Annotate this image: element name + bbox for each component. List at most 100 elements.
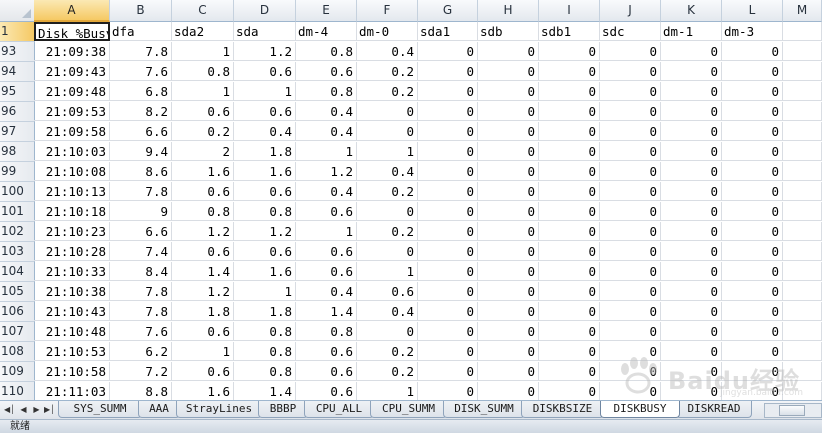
data-cell[interactable]: 0.6 bbox=[296, 342, 357, 361]
data-cell[interactable]: 0 bbox=[600, 142, 661, 161]
row-header[interactable]: 101 bbox=[0, 202, 35, 222]
data-cell[interactable]: 0.4 bbox=[296, 282, 357, 301]
data-cell[interactable]: 0 bbox=[722, 102, 783, 121]
data-cell[interactable]: 0 bbox=[357, 322, 418, 341]
data-cell[interactable] bbox=[783, 142, 822, 161]
data-cell[interactable]: 0 bbox=[600, 382, 661, 400]
data-cell[interactable]: 0 bbox=[539, 182, 600, 201]
data-cell[interactable]: 0 bbox=[418, 242, 478, 261]
data-cell[interactable]: 0 bbox=[661, 242, 722, 261]
data-cell[interactable]: 0 bbox=[418, 322, 478, 341]
row-header[interactable]: 100 bbox=[0, 182, 35, 202]
data-cell[interactable]: 0 bbox=[418, 302, 478, 321]
sheet-tab-bbbp[interactable]: BBBP bbox=[258, 401, 308, 418]
data-cell[interactable]: 7.8 bbox=[110, 302, 172, 321]
data-cell[interactable]: 0 bbox=[722, 82, 783, 101]
data-cell[interactable]: 0.6 bbox=[296, 262, 357, 281]
last-sheet-icon[interactable]: ▶│ bbox=[44, 403, 55, 416]
data-cell[interactable]: 1 bbox=[172, 42, 234, 61]
data-cell[interactable] bbox=[783, 282, 822, 301]
data-cell[interactable]: 0 bbox=[418, 202, 478, 221]
row-header[interactable]: 108 bbox=[0, 342, 35, 362]
data-cell[interactable]: 0.6 bbox=[172, 362, 234, 381]
sheet-tab-sys-summ[interactable]: SYS_SUMM bbox=[58, 401, 142, 418]
column-header-j[interactable]: J bbox=[600, 0, 661, 22]
data-cell[interactable]: 0 bbox=[539, 42, 600, 61]
data-cell[interactable]: 0 bbox=[418, 62, 478, 81]
data-cell[interactable]: 0 bbox=[418, 82, 478, 101]
data-cell[interactable] bbox=[783, 262, 822, 281]
next-sheet-icon[interactable]: ▶ bbox=[31, 403, 42, 416]
data-cell[interactable]: 0 bbox=[478, 202, 539, 221]
data-cell[interactable]: 1 bbox=[234, 282, 296, 301]
data-cell[interactable]: 0.2 bbox=[357, 222, 418, 241]
data-cell[interactable]: 0.6 bbox=[234, 102, 296, 121]
data-cell[interactable]: 0 bbox=[539, 82, 600, 101]
data-cell[interactable]: 0 bbox=[539, 202, 600, 221]
column-header-m[interactable]: M bbox=[783, 0, 822, 22]
data-cell[interactable]: 0 bbox=[661, 282, 722, 301]
data-cell[interactable]: 1 bbox=[357, 262, 418, 281]
data-cell[interactable]: 0 bbox=[722, 122, 783, 141]
header-cell[interactable]: sdb bbox=[478, 22, 539, 41]
data-cell[interactable]: 8.6 bbox=[110, 162, 172, 181]
data-cell[interactable]: 0 bbox=[418, 142, 478, 161]
row-header[interactable]: 99 bbox=[0, 162, 35, 182]
column-header-k[interactable]: K bbox=[661, 0, 722, 22]
sheet-tab-cpu-summ[interactable]: CPU_SUMM bbox=[370, 401, 447, 418]
data-cell[interactable] bbox=[783, 382, 822, 400]
data-cell[interactable]: 0.8 bbox=[172, 202, 234, 221]
data-cell[interactable]: 0.6 bbox=[296, 382, 357, 400]
data-cell[interactable]: 0 bbox=[661, 322, 722, 341]
row-header[interactable]: 110 bbox=[0, 382, 35, 400]
sheet-tab-diskbusy[interactable]: DISKBUSY bbox=[600, 401, 680, 418]
data-cell[interactable]: 0 bbox=[722, 162, 783, 181]
data-cell[interactable]: 0 bbox=[539, 102, 600, 121]
row-header[interactable]: 109 bbox=[0, 362, 35, 382]
data-cell[interactable]: 0.4 bbox=[296, 122, 357, 141]
sheet-tab-diskread[interactable]: DISKREAD bbox=[676, 401, 752, 418]
data-cell[interactable] bbox=[783, 82, 822, 101]
data-cell[interactable] bbox=[783, 342, 822, 361]
data-cell[interactable]: 0 bbox=[661, 162, 722, 181]
data-cell[interactable]: 0.4 bbox=[357, 162, 418, 181]
data-cell[interactable]: 0 bbox=[539, 282, 600, 301]
data-cell[interactable]: 0 bbox=[418, 382, 478, 400]
data-cell[interactable]: 0 bbox=[722, 142, 783, 161]
data-cell[interactable]: 0.6 bbox=[296, 62, 357, 81]
data-cell[interactable]: 0 bbox=[661, 82, 722, 101]
data-cell[interactable]: 0.8 bbox=[296, 82, 357, 101]
data-cell[interactable]: 0 bbox=[539, 142, 600, 161]
data-cell[interactable]: 0 bbox=[600, 322, 661, 341]
data-cell[interactable]: 0 bbox=[661, 342, 722, 361]
data-cell[interactable]: 1.2 bbox=[234, 42, 296, 61]
data-cell[interactable]: 0 bbox=[661, 382, 722, 400]
data-cell[interactable]: 1 bbox=[172, 82, 234, 101]
data-cell[interactable]: 1.6 bbox=[234, 262, 296, 281]
data-cell[interactable]: 0 bbox=[600, 282, 661, 301]
row-header[interactable]: 105 bbox=[0, 282, 35, 302]
data-cell[interactable]: 0 bbox=[600, 362, 661, 381]
data-cell[interactable]: 9 bbox=[110, 202, 172, 221]
data-cell[interactable]: 1 bbox=[357, 142, 418, 161]
data-cell[interactable]: 21:09:38 bbox=[34, 42, 110, 61]
prev-sheet-icon[interactable]: ◀ bbox=[18, 403, 29, 416]
data-cell[interactable]: 0 bbox=[418, 102, 478, 121]
data-cell[interactable]: 0 bbox=[722, 62, 783, 81]
data-cell[interactable]: 21:10:08 bbox=[34, 162, 110, 181]
data-cell[interactable]: 0.8 bbox=[234, 342, 296, 361]
data-cell[interactable] bbox=[783, 102, 822, 121]
data-cell[interactable]: 0 bbox=[600, 182, 661, 201]
data-cell[interactable]: 0 bbox=[722, 182, 783, 201]
data-cell[interactable]: 0 bbox=[661, 62, 722, 81]
data-cell[interactable]: 7.8 bbox=[110, 282, 172, 301]
data-cell[interactable]: 8.4 bbox=[110, 262, 172, 281]
data-cell[interactable]: 0 bbox=[722, 42, 783, 61]
data-cell[interactable]: 0 bbox=[661, 122, 722, 141]
data-cell[interactable]: 0 bbox=[661, 262, 722, 281]
data-cell[interactable]: 0 bbox=[722, 322, 783, 341]
data-cell[interactable]: 0 bbox=[600, 122, 661, 141]
data-cell[interactable]: 0 bbox=[539, 382, 600, 400]
data-cell[interactable] bbox=[783, 222, 822, 241]
data-cell[interactable]: 21:10:58 bbox=[34, 362, 110, 381]
